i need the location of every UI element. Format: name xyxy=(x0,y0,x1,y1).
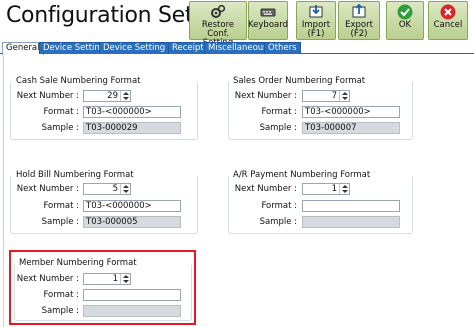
cash-sale-next-number-label: Next Number : xyxy=(16,91,79,101)
ar-payment-next-number-stepper[interactable]: 1 xyxy=(302,183,350,195)
import-button[interactable]: Import (F1) xyxy=(296,1,336,40)
keyboard-button[interactable]: Keyboard xyxy=(248,1,288,40)
cash-sale-format-label: Format : xyxy=(43,107,79,117)
cancel-x-icon xyxy=(440,4,456,20)
hold-bill-next-number-label: Next Number : xyxy=(16,184,79,194)
ar-payment-sample-label: Sample : xyxy=(259,217,297,227)
sales-order-next-number-value: 7 xyxy=(331,91,337,101)
title-bar: Configuration Setting Restore Conf. Sett… xyxy=(0,0,474,48)
ar-payment-format-label: Format : xyxy=(261,201,297,211)
ar-payment-title: A/R Payment Numbering Format xyxy=(233,170,371,180)
ok-button[interactable]: OK xyxy=(386,1,424,40)
tab-device-setting-2[interactable]: Device Setting 2 xyxy=(99,42,178,54)
cash-sale-sample-label: Sample : xyxy=(41,123,79,133)
tab-general[interactable]: General xyxy=(2,42,44,55)
tab-strip: General Device Setting Device Setting 2 … xyxy=(0,41,474,55)
checkmark-icon xyxy=(397,4,413,20)
export-button[interactable]: Export (F2) xyxy=(338,1,380,40)
cancel-button[interactable]: Cancel xyxy=(428,1,468,40)
cash-sale-format-field[interactable]: T03-<000000> xyxy=(83,106,181,118)
import-label: Import (F1) xyxy=(301,20,331,39)
sales-order-sample-label: Sample : xyxy=(259,123,297,133)
member-highlight-box xyxy=(9,250,196,325)
sales-order-next-number-stepper[interactable]: 7 xyxy=(302,90,350,102)
hold-bill-next-number-value: 5 xyxy=(112,184,118,194)
spin-arrows-icon[interactable] xyxy=(120,91,130,101)
sales-order-next-number-label: Next Number : xyxy=(234,91,297,101)
tab-receipt[interactable]: Receipt xyxy=(168,42,208,54)
tab-others[interactable]: Others xyxy=(264,42,301,54)
cash-sale-next-number-value: 29 xyxy=(107,91,118,101)
tab-miscellaneous[interactable]: Miscellaneous xyxy=(204,42,272,54)
spin-arrows-icon[interactable] xyxy=(339,184,349,194)
hold-bill-format-field[interactable]: T03-<000000> xyxy=(83,200,181,212)
hold-bill-format-label: Format : xyxy=(43,201,79,211)
keyboard-label: Keyboard xyxy=(248,20,288,30)
import-icon xyxy=(308,4,324,20)
cash-sale-title: Cash Sale Numbering Format xyxy=(16,76,141,86)
spin-arrows-icon[interactable] xyxy=(339,91,349,101)
cancel-label: Cancel xyxy=(433,20,463,30)
sales-order-format-field[interactable]: T03-<000000> xyxy=(302,106,400,118)
ar-payment-next-number-label: Next Number : xyxy=(234,184,297,194)
keyboard-icon xyxy=(260,4,276,20)
hold-bill-sample-label: Sample : xyxy=(41,217,79,227)
export-icon xyxy=(351,4,367,20)
hold-bill-next-number-stepper[interactable]: 5 xyxy=(83,183,131,195)
hold-bill-sample-field: T03-000005 xyxy=(83,216,181,228)
sales-order-sample-field: T03-000007 xyxy=(302,122,400,134)
ar-payment-sample-field xyxy=(302,216,400,228)
cash-sale-sample-field: T03-000029 xyxy=(83,122,181,134)
cash-sale-next-number-stepper[interactable]: 29 xyxy=(83,90,131,102)
gears-icon xyxy=(210,4,226,20)
ar-payment-format-field[interactable] xyxy=(302,200,400,212)
ar-payment-next-number-value: 1 xyxy=(331,184,337,194)
spin-arrows-icon[interactable] xyxy=(120,184,130,194)
sales-order-format-label: Format : xyxy=(261,107,297,117)
ok-label: OK xyxy=(398,20,412,30)
export-label: Export (F2) xyxy=(345,20,373,39)
hold-bill-title: Hold Bill Numbering Format xyxy=(16,170,134,180)
sales-order-title: Sales Order Numbering Format xyxy=(233,76,366,86)
restore-conf-setting-button[interactable]: Restore Conf. Setting xyxy=(189,1,247,48)
